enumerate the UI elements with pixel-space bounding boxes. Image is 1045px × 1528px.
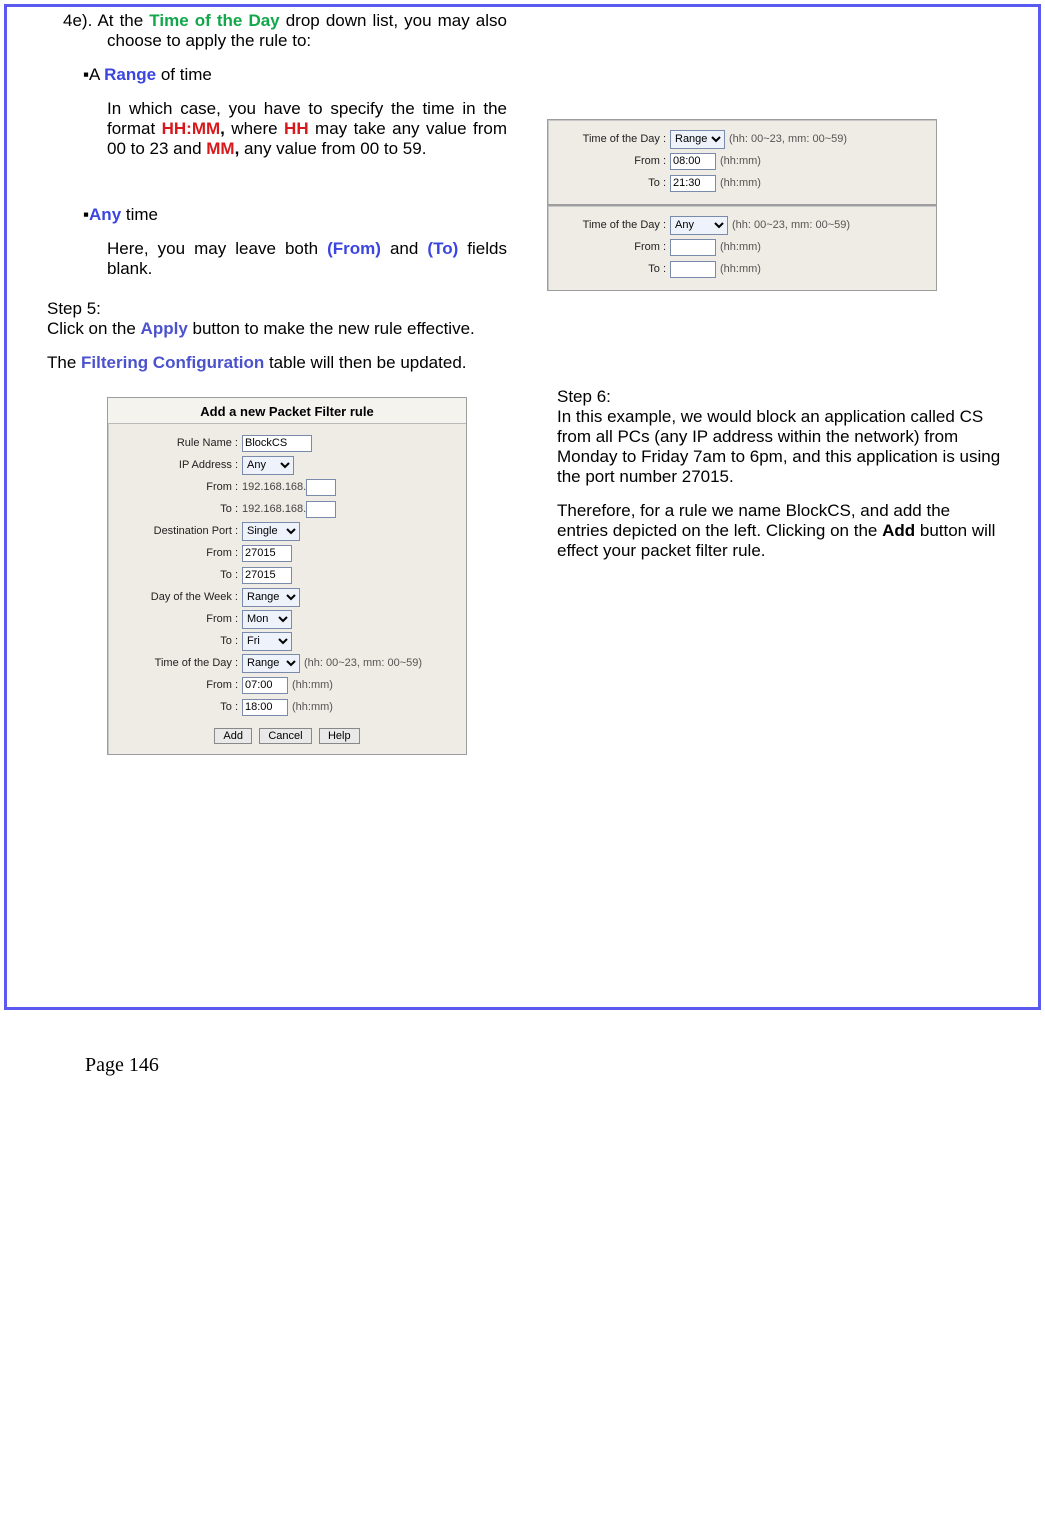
fig1-label-from: From : <box>558 155 670 167</box>
fig3-label-ip: IP Address : <box>118 459 242 471</box>
fig3-label-ipto: To : <box>118 503 242 515</box>
fig3-input-portfrom[interactable] <box>242 545 292 562</box>
fig2-select-tod[interactable]: Any <box>670 216 728 235</box>
term-any: Any <box>89 205 121 224</box>
term-to: (To) <box>427 239 458 258</box>
term-apply: Apply <box>141 319 188 338</box>
fig2-hhmm-from: (hh:mm) <box>716 241 761 253</box>
fig2-hhmm-to: (hh:mm) <box>716 263 761 275</box>
bullet-range-body: In which case, you have to specify the t… <box>47 99 507 159</box>
fig3-label-rule: Rule Name : <box>118 437 242 449</box>
fig3-label-tod: Time of the Day : <box>118 657 242 669</box>
fig3-title: Add a new Packet Filter rule <box>108 398 466 424</box>
fig3-label-dowfrom: From : <box>118 613 242 625</box>
fig2-label-from: From : <box>558 241 670 253</box>
step5-followup: The Filtering Configuration table will t… <box>47 353 507 373</box>
fig2-input-from[interactable] <box>670 239 716 256</box>
fig2-input-to[interactable] <box>670 261 716 278</box>
fig1-hhmm-to: (hh:mm) <box>716 177 761 189</box>
bullet-range-post: of time <box>156 65 212 84</box>
range-body-d: any value from 00 to 59. <box>239 139 426 158</box>
term-hhmm: HH:MM <box>162 119 221 138</box>
fig3-select-dowfrom[interactable]: Mon <box>242 610 292 629</box>
step6-label: Step 6: <box>557 387 1004 407</box>
fig1-hhmm-from: (hh:mm) <box>716 155 761 167</box>
fig3-select-dport[interactable]: Single <box>242 522 300 541</box>
fig3-label-dowto: To : <box>118 635 242 647</box>
fig3-add-button[interactable]: Add <box>214 728 252 744</box>
any-body-b: and <box>381 239 427 258</box>
fig3-label-portfrom: From : <box>118 547 242 559</box>
fig3-label-dow: Day of the Week : <box>118 591 242 603</box>
fig3-label-ipfrom: From : <box>118 481 242 493</box>
term-add: Add <box>882 521 915 540</box>
fig3-ipto-prefix: 192.168.168. <box>242 503 306 515</box>
step5-t2: button to make the new rule effective. <box>188 319 475 338</box>
page-footer: Page 146 <box>0 1014 1045 1107</box>
step5-body: Click on the Apply button to make the ne… <box>47 319 507 339</box>
fig3-select-dow[interactable]: Range <box>242 588 300 607</box>
fig2-label-to: To : <box>558 263 670 275</box>
step5-t1: Click on the <box>47 319 141 338</box>
term-hh: HH <box>284 119 309 138</box>
fig3-select-tod[interactable]: Range <box>242 654 300 673</box>
fig3-label-dport: Destination Port : <box>118 525 242 537</box>
fig3-input-tto[interactable] <box>242 699 288 716</box>
fig3-select-dowto[interactable]: Fri <box>242 632 292 651</box>
bullet-any-header: ▪Any time <box>47 205 507 225</box>
fig3-label-portto: To : <box>118 569 242 581</box>
fig3-input-ipto[interactable] <box>306 501 336 518</box>
fig3-ipfrom-prefix: 192.168.168. <box>242 481 306 493</box>
fig3-hhmm-to: (hh:mm) <box>288 701 333 713</box>
fig3-hint: (hh: 00~23, mm: 00~59) <box>300 657 422 669</box>
item-4e-label: 4e). <box>63 11 92 30</box>
fig3-input-ipfrom[interactable] <box>306 479 336 496</box>
fig3-help-button[interactable]: Help <box>319 728 360 744</box>
fig3-select-ip[interactable]: Any <box>242 456 294 475</box>
fig1-hint: (hh: 00~23, mm: 00~59) <box>725 133 847 145</box>
fig2-hint: (hh: 00~23, mm: 00~59) <box>728 219 850 231</box>
step5b-t1: The <box>47 353 81 372</box>
fig1-input-from[interactable] <box>670 153 716 170</box>
term-time-of-day: Time of the Day <box>149 11 279 30</box>
fig1-select-tod[interactable]: Range <box>670 130 725 149</box>
fig2-label-tod: Time of the Day : <box>558 219 670 231</box>
fig3-label-tto: To : <box>118 701 242 713</box>
fig3-input-tfrom[interactable] <box>242 677 288 694</box>
bullet-any-post: time <box>121 205 158 224</box>
step6-p1: In this example, we would block an appli… <box>557 407 1004 487</box>
item-4e: 4e). At the Time of the Day drop down li… <box>47 11 507 51</box>
term-range: Range <box>104 65 156 84</box>
term-from: (From) <box>327 239 381 258</box>
range-body-b: where <box>225 119 284 138</box>
term-mm: MM <box>206 139 234 158</box>
figure-time-range: Time of the Day : Range (hh: 00~23, mm: … <box>547 119 937 205</box>
bullet-range-header: ▪A Range of time <box>47 65 507 85</box>
any-body-a: Here, you may leave both <box>107 239 327 258</box>
fig1-input-to[interactable] <box>670 175 716 192</box>
fig3-label-tfrom: From : <box>118 679 242 691</box>
term-filtering-config: Filtering Configuration <box>81 353 264 372</box>
bullet-any-body: Here, you may leave both (From) and (To)… <box>47 239 507 279</box>
figure-add-rule: Add a new Packet Filter rule Rule Name :… <box>107 397 467 755</box>
fig1-label-tod: Time of the Day : <box>558 133 670 145</box>
bullet-range-pre: A <box>89 65 104 84</box>
figure-time-any: Time of the Day : Any (hh: 00~23, mm: 00… <box>547 205 937 291</box>
step5b-t2: table will then be updated. <box>264 353 466 372</box>
step5-label: Step 5: <box>47 299 1014 319</box>
fig3-input-portto[interactable] <box>242 567 292 584</box>
item-4e-text1: At the <box>97 11 149 30</box>
fig3-input-rule[interactable] <box>242 435 312 452</box>
fig3-hhmm-from: (hh:mm) <box>288 679 333 691</box>
fig1-label-to: To : <box>558 177 670 189</box>
step6-p2: Therefore, for a rule we name BlockCS, a… <box>557 501 1004 561</box>
fig3-cancel-button[interactable]: Cancel <box>259 728 311 744</box>
page-border: 4e). At the Time of the Day drop down li… <box>4 4 1041 1010</box>
page-content: 4e). At the Time of the Day drop down li… <box>7 7 1038 1007</box>
